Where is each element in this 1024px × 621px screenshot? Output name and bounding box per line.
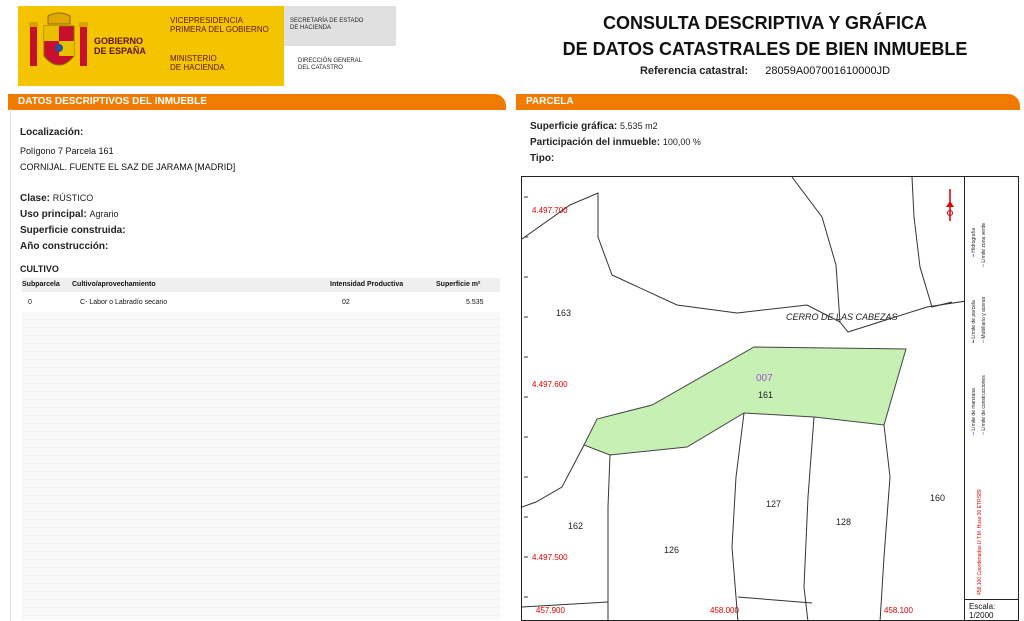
parcel-code: 007 xyxy=(756,373,773,384)
parcel-label: 126 xyxy=(664,545,679,555)
y-label: 4.497.600 xyxy=(532,380,568,389)
map-legend: ━ Hidrografía ━ Límite zona verde ━ Lími… xyxy=(965,176,1019,600)
legend-item: ━ Mobiliario y aceras xyxy=(981,296,987,343)
x-label: 458.000 xyxy=(710,606,739,615)
parcela-section-header: PARCELA xyxy=(516,94,1020,110)
legend-item: ━ Límite de manzana xyxy=(971,388,977,435)
coordinate-system-note: 458,100 Coordenadas U.T.M. Huso 30 ETRS8… xyxy=(977,489,983,595)
vicepresidencia-text: VICEPRESIDENCIA PRIMERA DEL GOBIERNO xyxy=(170,16,269,34)
parcel-label: 127 xyxy=(766,499,781,509)
parcel-label: 161 xyxy=(758,390,773,400)
anio-construccion-label: Año construcción: xyxy=(20,241,109,252)
superficie-grafica-label: Superficie gráfica: 5.535 m2 xyxy=(530,121,658,132)
localizacion-line1: Polígono 7 Parcela 161 xyxy=(20,146,114,156)
legend-item: ━ Límite zona verde xyxy=(981,222,987,267)
north-arrow-icon xyxy=(946,189,954,221)
government-logo-block: GOBIERNO DE ESPAÑA VICEPRESIDENCIA PRIMERA… xyxy=(18,6,284,86)
table-row: 0 C- Labor o Labradío secano 02 5.535 xyxy=(28,299,484,306)
parcel-label: 128 xyxy=(836,517,851,527)
page-title: CONSULTA DESCRIPTIVA Y GRÁFICA DE DATOS … xyxy=(562,13,968,59)
legend-item: ━ Hidrografía xyxy=(971,227,977,257)
participacion-label: Participación del inmueble: 100,00 % xyxy=(530,137,701,148)
coat-of-arms-icon xyxy=(29,12,88,66)
cultivo-title: CULTIVO xyxy=(20,264,59,274)
secretaria-block: SECRETARÍA DE ESTADO DE HACIENDA xyxy=(284,6,396,46)
direccion-catastro-text: DIRECCIÓN GENERAL DEL CATASTRO xyxy=(298,58,363,71)
parcel-161-highlight[interactable] xyxy=(583,346,907,456)
x-label: 458.100 xyxy=(884,606,913,615)
gobierno-espana-text: GOBIERNO DE ESPAÑA xyxy=(94,36,146,56)
x-label: 457.900 xyxy=(536,606,565,615)
toponym-label: CERRO DE LAS CABEZAS xyxy=(786,312,898,322)
tipo-label: Tipo: xyxy=(530,153,555,164)
clase-label: Clase: RÚSTICO xyxy=(20,193,94,204)
legend-item: ━ Límite de construcciones xyxy=(981,375,987,435)
y-label: 4.497.500 xyxy=(532,553,568,562)
ministerio-text: MINISTERIO DE HACIENDA xyxy=(170,54,225,72)
referencia-catastral: Referencia catastral: 28059A007001610000… xyxy=(639,65,891,77)
parcel-label: 162 xyxy=(568,521,583,531)
cultivo-table-header: Subparcela Cultivo/aprovechamiento Inten… xyxy=(22,278,500,292)
localizacion-line2: CORNIJAL. FUENTE EL SAZ DE JARAMA [MADRI… xyxy=(20,162,236,172)
cadastral-map[interactable]: 4.497.700 4.497.600 4.497.500 457.900 45… xyxy=(521,176,965,621)
uso-principal-label: Uso principal: Agrario xyxy=(20,209,119,220)
legend-item: ━ Límite de parcela xyxy=(971,300,977,343)
map-scale: Escala: 1/2000 xyxy=(965,599,1019,621)
table-empty-area xyxy=(22,312,500,620)
parcel-label: 163 xyxy=(556,308,571,318)
descriptive-section-header: DATOS DESCRIPTIVOS DEL INMUEBLE xyxy=(8,94,506,110)
y-label: 4.497.700 xyxy=(532,206,568,215)
localizacion-label: Localización: xyxy=(20,127,84,138)
parcel-label: 160 xyxy=(930,493,945,503)
superficie-construida-label: Superficie construida: xyxy=(20,225,126,236)
map-canvas: 4.497.700 4.497.600 4.497.500 457.900 45… xyxy=(522,177,964,620)
